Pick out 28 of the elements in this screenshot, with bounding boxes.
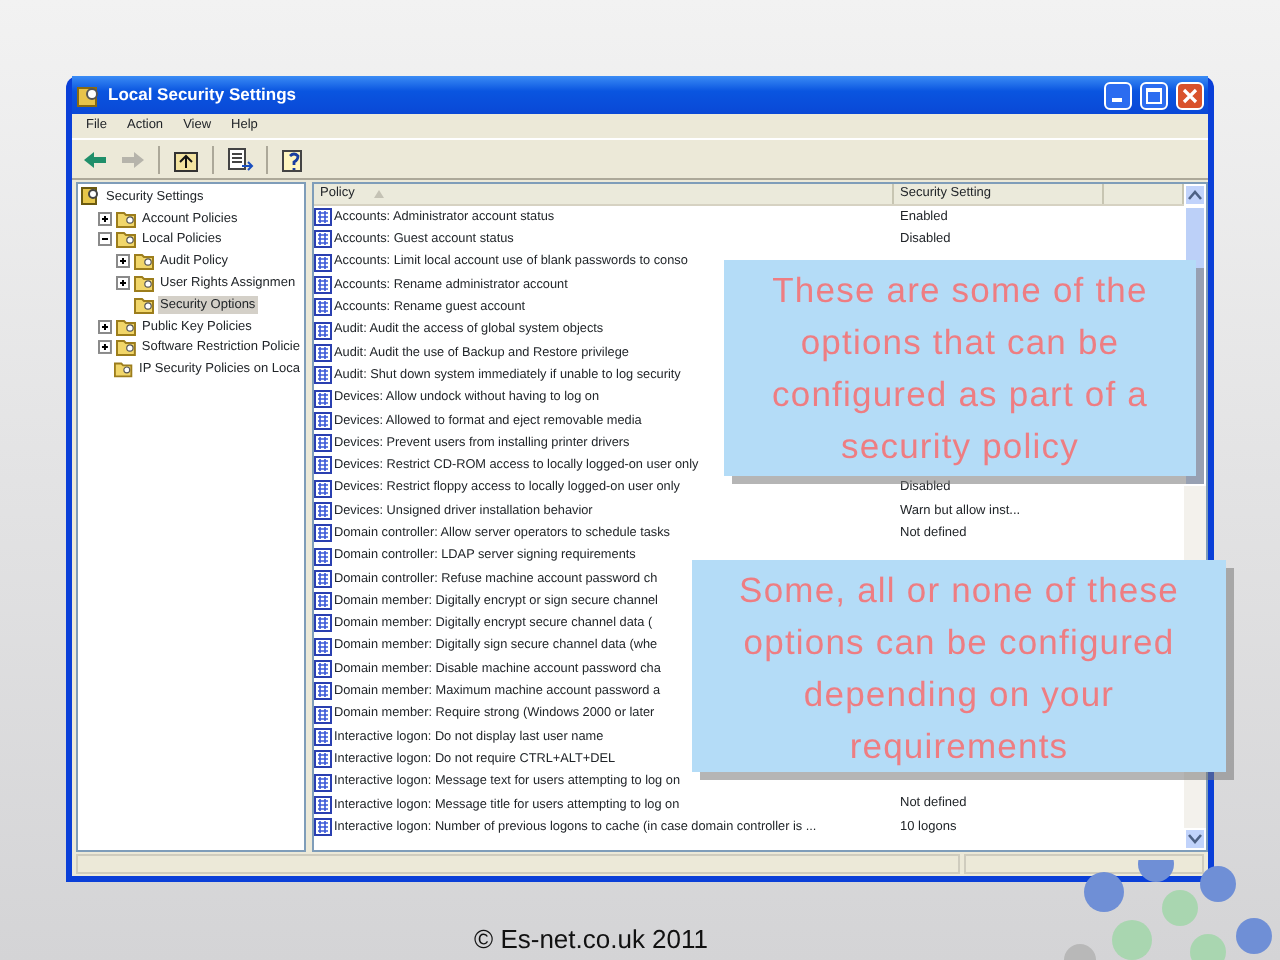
expand-icon[interactable]: [98, 211, 112, 226]
folder-icon: [114, 360, 134, 379]
help-icon: [280, 145, 308, 173]
collapse-icon[interactable]: [98, 232, 112, 247]
export-list-icon: [226, 145, 254, 173]
toolbar-button[interactable]: [224, 143, 256, 175]
folder-icon: [116, 317, 136, 336]
folder-icon: [134, 295, 154, 314]
close-icon: [1182, 87, 1198, 103]
maximize-icon: [1146, 87, 1162, 103]
copyright-text: © Es-net.co.uk 2011: [474, 922, 709, 958]
folder-icon: [115, 338, 136, 357]
close-button[interactable]: [1176, 81, 1204, 109]
sort-icon: [374, 190, 385, 198]
minimize-button[interactable]: [1104, 81, 1132, 109]
expand-icon[interactable]: [116, 276, 130, 291]
folder-icon: [134, 274, 154, 293]
folder-icon: [116, 209, 136, 228]
callout-tooltip: Some, all or none of these options can be configured depending on your requirements: [692, 560, 1226, 772]
callout-tooltip: These are some of the options that can be configured as part of a security policy: [724, 260, 1196, 476]
expand-icon[interactable]: [98, 340, 112, 355]
app-icon: [76, 83, 100, 107]
expand-icon[interactable]: [98, 319, 112, 334]
expand-icon[interactable]: [116, 254, 130, 269]
folder-icon: [134, 252, 154, 271]
folder-icon: [116, 230, 136, 249]
maximize-button[interactable]: [1140, 81, 1168, 109]
window-title: Local Security Settings: [108, 82, 296, 108]
